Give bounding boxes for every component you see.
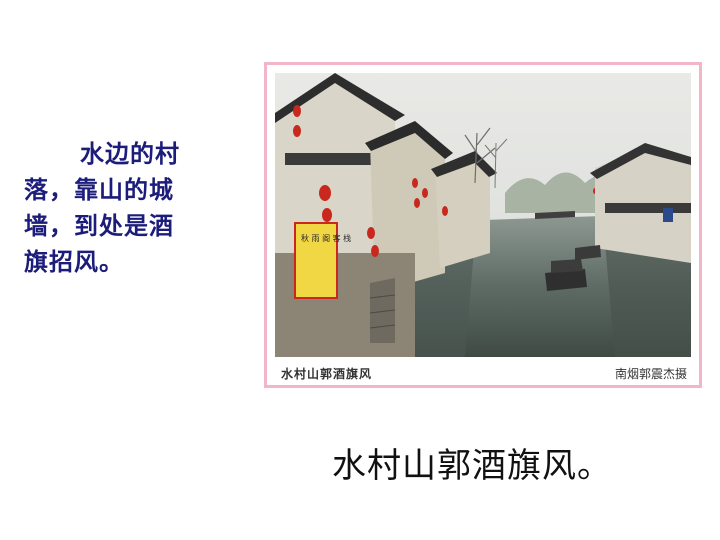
photo-credit: 南烟郭震杰摄	[614, 367, 687, 381]
slide-caption: 水村山郭酒旗风。	[332, 446, 612, 486]
poem-line-3: 墙，到处是酒	[24, 211, 174, 240]
shop-banner-text: 秋 雨 阁 客 栈	[301, 233, 351, 243]
poem-line-2: 落，靠山的城	[24, 175, 174, 204]
photo-caption: 水村山郭酒旗风	[281, 367, 373, 381]
water-village-scene: 秋 雨 阁 客 栈	[275, 73, 691, 357]
poem-explanation: 水边的村 落，靠山的城 墙，到处是酒 旗招风。	[24, 136, 224, 280]
slide: 水边的村 落，靠山的城 墙，到处是酒 旗招风。 秋 雨 阁 客 栈 水村山郭酒旗…	[0, 0, 720, 540]
poem-line-4: 旗招风。	[24, 247, 124, 276]
poem-line-1: 水边的村	[80, 139, 180, 168]
water-village-photo: 秋 雨 阁 客 栈 水村山郭酒旗风 南烟郭震杰摄	[264, 62, 702, 388]
